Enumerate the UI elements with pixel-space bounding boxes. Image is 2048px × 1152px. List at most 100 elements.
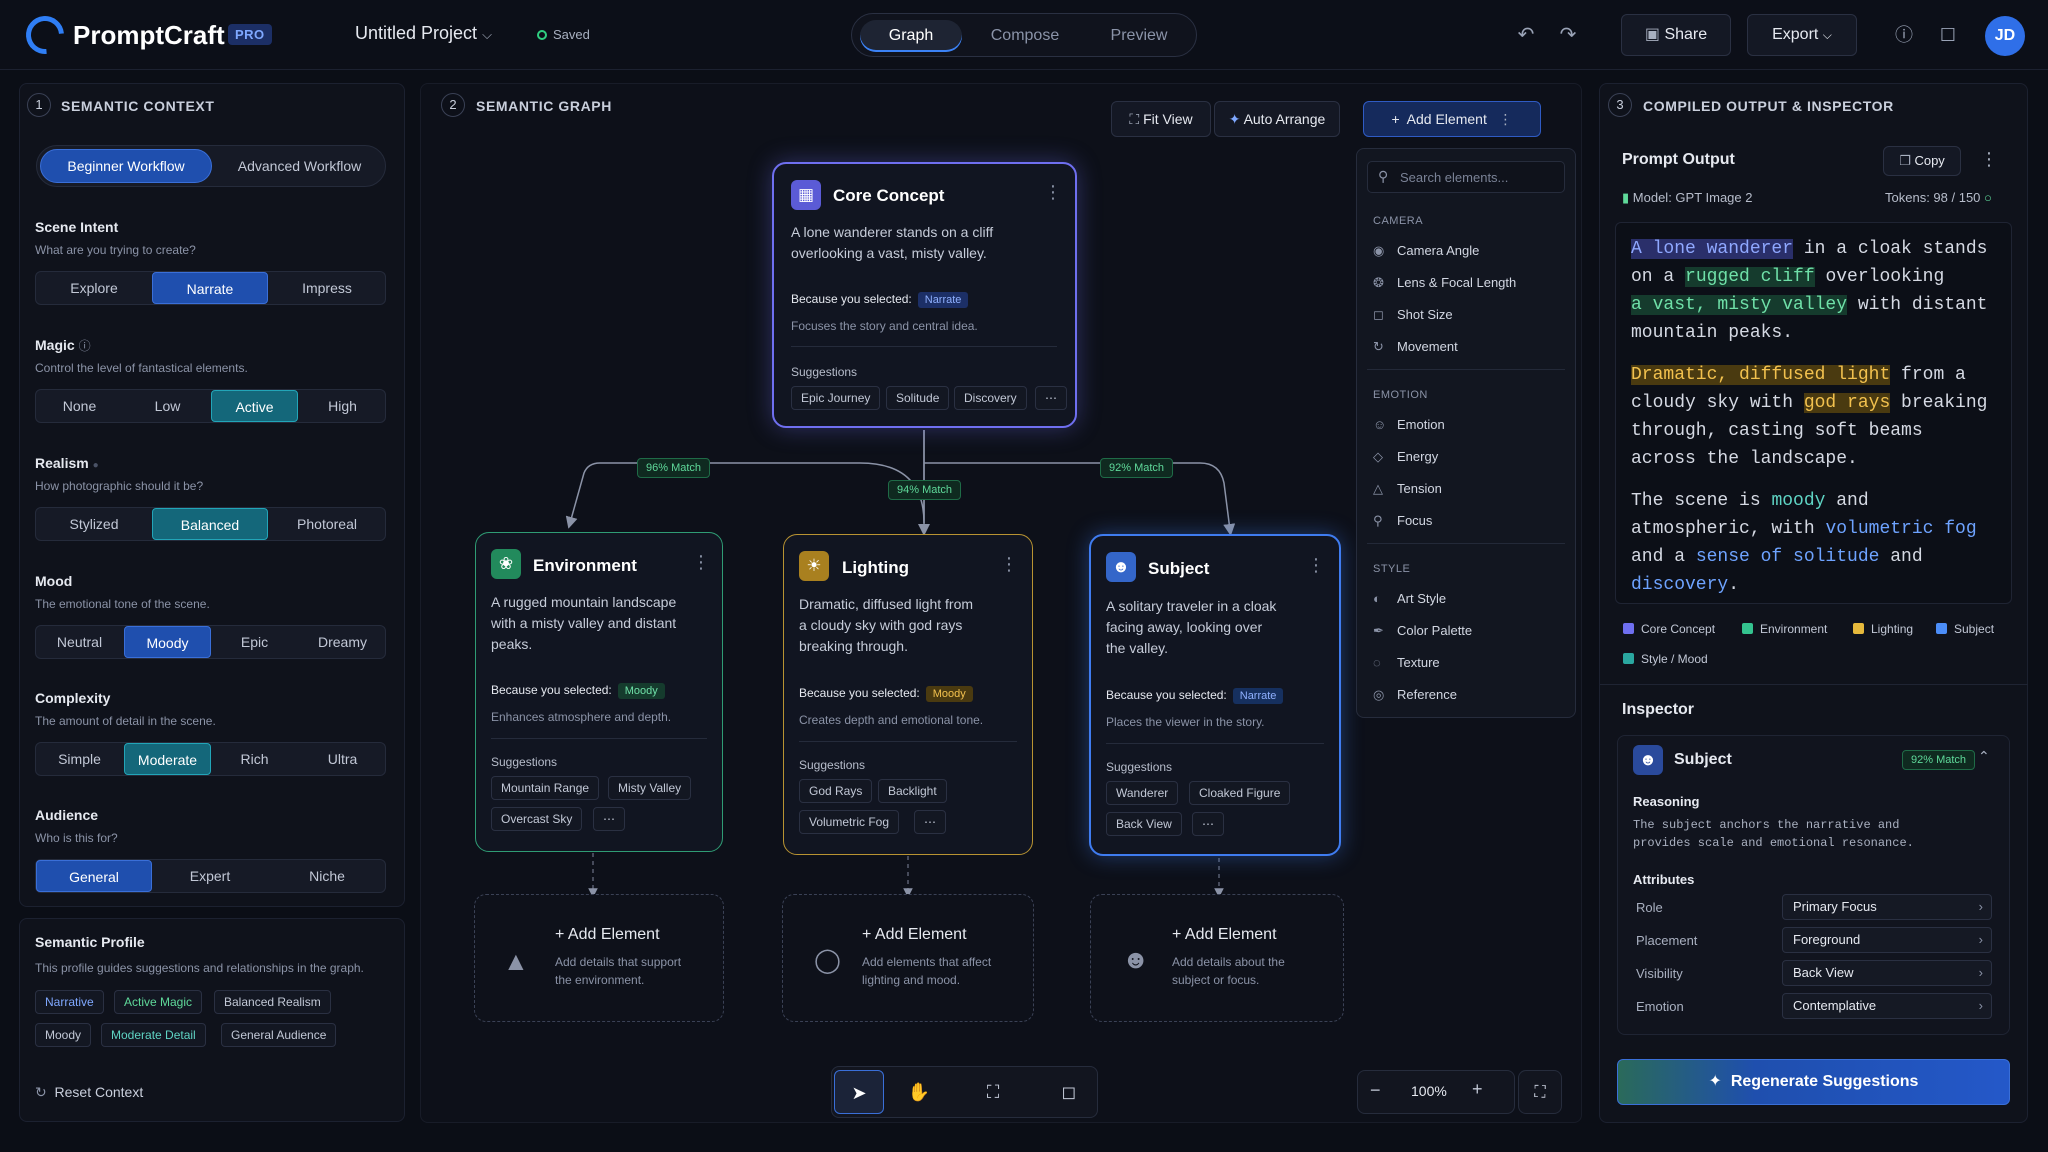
magic-none-option[interactable]: None [36, 390, 123, 422]
divider [1600, 684, 2028, 685]
mood-moody-option[interactable]: Moody [124, 626, 211, 658]
search-icon: ⚲ [1378, 168, 1389, 184]
more-suggestions-button[interactable]: ⋯ [914, 810, 946, 834]
complexity-simple-option[interactable]: Simple [36, 743, 123, 775]
suggestion-chip[interactable]: Mountain Range [491, 776, 600, 800]
suggestion-chip[interactable]: Discovery [954, 386, 1027, 410]
copy-button[interactable]: ❐ Copy [1883, 146, 1961, 176]
attr-emotion-label: Emotion [1636, 999, 1684, 1014]
suggestion-chip[interactable]: God Rays [799, 779, 873, 803]
more-vertical-icon[interactable]: ⋮ [1980, 149, 1998, 170]
library-item-texture[interactable]: ◌ Texture [1373, 655, 1440, 670]
realism-stylized-option[interactable]: Stylized [36, 508, 152, 540]
help-icon[interactable]: ⓘ [1889, 20, 1919, 50]
suggestion-chip[interactable]: Wanderer [1106, 781, 1179, 805]
mood-dreamy-option[interactable]: Dreamy [299, 626, 386, 658]
bell-icon[interactable]: ☐ [1933, 20, 1963, 50]
regenerate-suggestions-button[interactable]: ✦ Regenerate Suggestions [1617, 1059, 2010, 1105]
attr-placement-select[interactable]: Foreground › [1782, 927, 1992, 953]
search-elements-input[interactable]: ⚲ Search elements... [1367, 161, 1565, 193]
pointer-tool-icon[interactable]: ➤ [834, 1070, 884, 1114]
hand-tool-icon[interactable]: ✋ [894, 1070, 944, 1114]
beginner-workflow-button[interactable]: Beginner Workflow [40, 149, 212, 183]
realism-balanced-option[interactable]: Balanced [152, 508, 268, 540]
scene-narrate-option[interactable]: Narrate [152, 272, 268, 304]
suggestion-chip[interactable]: Volumetric Fog [799, 810, 900, 834]
zoom-out-button[interactable]: − [1370, 1080, 1381, 1101]
scene-explore-option[interactable]: Explore [36, 272, 152, 304]
library-item-art-style[interactable]: ◐ Art Style [1373, 591, 1446, 606]
audience-general-option[interactable]: General [36, 860, 152, 892]
advanced-workflow-button[interactable]: Advanced Workflow [217, 149, 382, 183]
library-item-tension[interactable]: △ Tension [1373, 481, 1442, 497]
more-suggestions-button[interactable]: ⋯ [593, 807, 625, 831]
divider [799, 741, 1017, 742]
complexity-rich-option[interactable]: Rich [211, 743, 298, 775]
scene-impress-option[interactable]: Impress [269, 272, 385, 304]
legend-environment: Environment [1742, 622, 1827, 636]
more-vertical-icon[interactable]: ⋮ [692, 552, 710, 573]
tab-compose[interactable]: Compose [970, 20, 1080, 52]
reset-context-button[interactable]: ↻ Reset Context [35, 1084, 143, 1101]
lighting-suggestions-label: Suggestions [799, 758, 866, 772]
library-item-shot-size[interactable]: ◻ Shot Size [1373, 307, 1453, 323]
library-item-color-palette[interactable]: ✒ Color Palette [1373, 623, 1472, 639]
complexity-moderate-option[interactable]: Moderate [124, 743, 211, 775]
add-element-title: + Add Element [555, 926, 660, 943]
share-button[interactable]: ▣ Share [1621, 14, 1731, 56]
environment-tag-moody: Moody [617, 683, 665, 699]
suggestion-chip[interactable]: Misty Valley [608, 776, 692, 800]
realism-photoreal-option[interactable]: Photoreal [269, 508, 385, 540]
subject-suggestions-label: Suggestions [1106, 760, 1173, 774]
audience-expert-option[interactable]: Expert [152, 860, 268, 892]
layout-icon[interactable]: ◻ [1044, 1070, 1094, 1114]
library-item-reference[interactable]: ◎ Reference [1373, 687, 1457, 703]
magic-low-option[interactable]: Low [124, 390, 211, 422]
more-vertical-icon[interactable]: ⋮ [1000, 554, 1018, 575]
check-circle-icon [537, 30, 547, 40]
more-suggestions-button[interactable]: ⋯ [1192, 812, 1224, 836]
more-vertical-icon[interactable]: ⋮ [1307, 555, 1325, 576]
suggestion-chip[interactable]: Back View [1106, 812, 1182, 836]
suggestion-chip[interactable]: Solitude [886, 386, 950, 410]
magic-active-option[interactable]: Active [211, 390, 298, 422]
info-icon: ⓘ [78, 339, 91, 353]
chevron-up-icon[interactable]: ⌃ [1978, 748, 1990, 765]
lighting-tag-moody: Moody [925, 686, 973, 702]
audience-niche-option[interactable]: Niche [269, 860, 385, 892]
suggestion-chip[interactable]: Epic Journey [791, 386, 881, 410]
suggestion-chip[interactable]: Backlight [878, 779, 947, 803]
legend-subject: Subject [1936, 622, 1994, 636]
redo-icon[interactable]: ↷ [1553, 20, 1583, 50]
tab-graph[interactable]: Graph [860, 20, 962, 52]
project-name-dropdown[interactable]: Untitled Project ⌵ [355, 23, 492, 44]
core-concept-text-1: A lone wanderer stands on a cliff [791, 224, 994, 240]
attr-emotion-select[interactable]: Contemplative › [1782, 993, 1992, 1019]
mood-neutral-option[interactable]: Neutral [36, 626, 123, 658]
attr-role-select[interactable]: Primary Focus › [1782, 894, 1992, 920]
select-frame-icon[interactable]: ⛶ [968, 1070, 1018, 1114]
library-item-lens[interactable]: ❂ Lens & Focal Length [1373, 275, 1516, 291]
tab-preview[interactable]: Preview [1088, 20, 1190, 52]
leaf-icon: ❀ [491, 549, 521, 579]
more-suggestions-button[interactable]: ⋯ [1035, 386, 1067, 410]
library-item-camera-angle[interactable]: ◉ Camera Angle [1373, 243, 1479, 259]
library-item-emotion[interactable]: ☺ Emotion [1373, 417, 1445, 432]
attr-visibility-select[interactable]: Back View › [1782, 960, 1992, 986]
mood-epic-option[interactable]: Epic [211, 626, 298, 658]
fullscreen-icon[interactable]: ⛶ [1518, 1070, 1562, 1114]
magic-high-option[interactable]: High [299, 390, 386, 422]
environment-title: Environment [533, 556, 637, 575]
zoom-in-button[interactable]: + [1472, 1079, 1483, 1100]
avatar[interactable]: JD [1985, 16, 2025, 56]
library-item-focus[interactable]: ⚲ Focus [1373, 513, 1432, 529]
library-item-energy[interactable]: ◇ Energy [1373, 449, 1438, 465]
library-item-movement[interactable]: ↻ Movement [1373, 339, 1458, 355]
suggestion-chip[interactable]: Overcast Sky [491, 807, 583, 831]
export-button[interactable]: Export ⌵ [1747, 14, 1857, 56]
suggestion-chip[interactable]: Cloaked Figure [1189, 781, 1291, 805]
more-vertical-icon[interactable]: ⋮ [1044, 182, 1062, 203]
environment-match-pill: 96% Match [637, 458, 711, 478]
undo-icon[interactable]: ↶ [1511, 20, 1541, 50]
complexity-ultra-option[interactable]: Ultra [299, 743, 386, 775]
